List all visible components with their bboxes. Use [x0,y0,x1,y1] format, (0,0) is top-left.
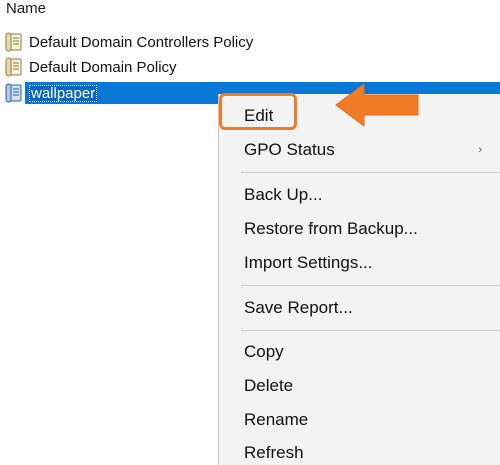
menu-item-rename[interactable]: Rename [219,403,500,437]
menu-item-label: Delete [244,376,294,395]
edit-highlight-box [219,93,297,130]
menu-item-label: Save Report... [244,298,353,317]
menu-separator [241,330,500,331]
annotation-arrow-icon [335,83,419,127]
tree-item-label: Default Domain Controllers Policy [29,33,254,51]
menu-item-copy[interactable]: Copy [219,335,500,369]
menu-item-label: Import Settings... [244,253,373,272]
gpo-scroll-icon [5,32,22,52]
chevron-right-icon: › [478,144,482,156]
menu-item-label: Restore from Backup... [244,219,418,238]
gpo-management-view: Name Default Domain Controllers Policy D… [0,0,500,465]
menu-item-label: Refresh [244,443,304,462]
tree-item-default-domain-controllers-policy[interactable]: Default Domain Controllers Policy [4,31,253,53]
gpo-scroll-icon [5,83,22,103]
menu-item-label: Rename [244,410,309,429]
menu-item-back-up[interactable]: Back Up... [219,178,500,212]
menu-item-label: Copy [244,342,284,361]
menu-item-save-report[interactable]: Save Report... [219,291,500,325]
menu-item-label: Back Up... [244,185,323,204]
menu-item-refresh[interactable]: Refresh [219,436,500,465]
name-column-header[interactable]: Name [6,0,46,17]
menu-item-restore-from-backup[interactable]: Restore from Backup... [219,212,500,246]
tree-item-label: Default Domain Policy [29,58,177,76]
tree-item-wallpaper[interactable]: wallpaper [4,82,98,104]
context-menu: Edit GPO Status › Back Up... Restore fro… [219,94,500,465]
gpo-scroll-icon [5,57,22,77]
menu-item-label: GPO Status [244,140,335,159]
menu-item-gpo-status[interactable]: GPO Status › [219,133,500,167]
menu-item-import-settings[interactable]: Import Settings... [219,246,500,280]
menu-item-delete[interactable]: Delete [219,369,500,403]
tree-item-default-domain-policy[interactable]: Default Domain Policy [4,56,177,78]
menu-separator [241,285,500,286]
menu-separator [241,172,500,173]
tree-item-label: wallpaper [29,84,98,102]
